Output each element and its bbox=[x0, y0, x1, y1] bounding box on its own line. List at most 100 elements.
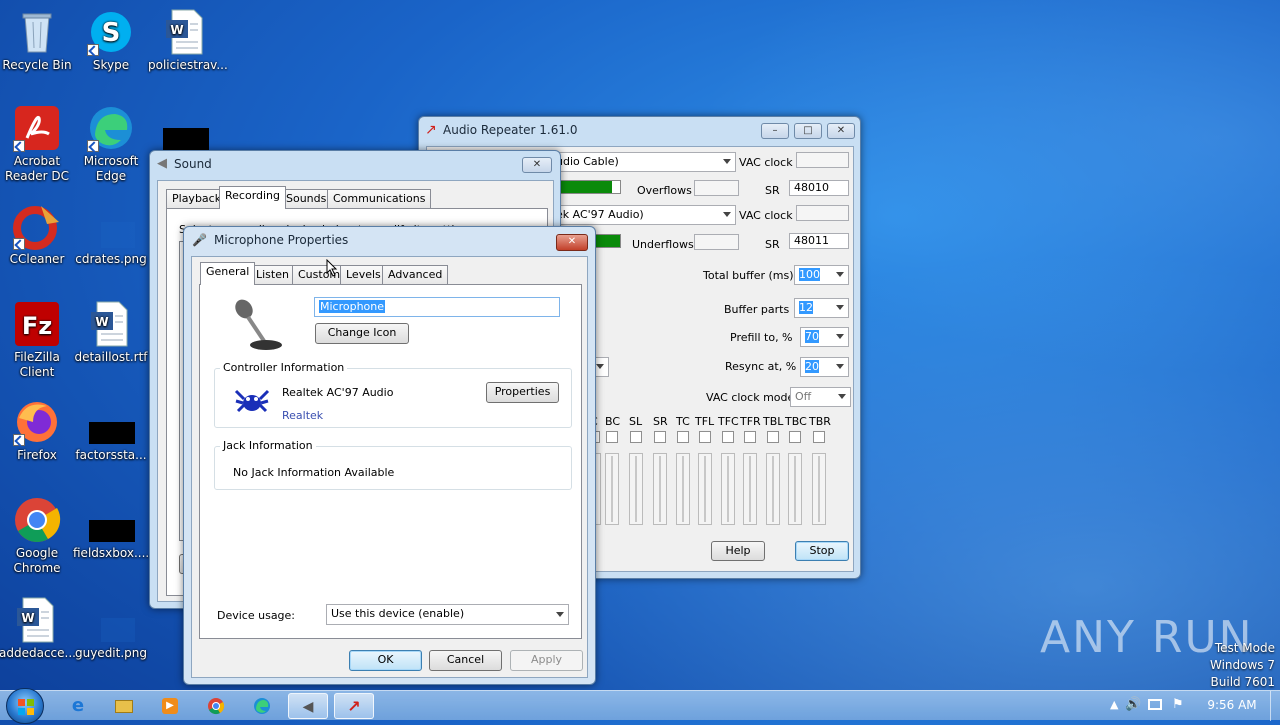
vac-clock-mode-select[interactable]: Off bbox=[790, 387, 851, 407]
channel-slider[interactable] bbox=[653, 453, 667, 525]
tab-playback[interactable]: Playback bbox=[166, 189, 228, 209]
channel-checkbox[interactable] bbox=[630, 431, 642, 443]
channel-label: TFC bbox=[718, 415, 739, 428]
tab-recording[interactable]: Recording bbox=[219, 186, 287, 209]
stop-button[interactable]: Stop bbox=[795, 541, 849, 561]
close-button[interactable]: ✕ bbox=[827, 123, 855, 139]
channel-checkbox[interactable] bbox=[813, 431, 825, 443]
input-device-select[interactable]: udio Cable) bbox=[551, 152, 736, 172]
desktop-icon-skype[interactable]: S Skype bbox=[73, 8, 149, 73]
channel-slider[interactable] bbox=[721, 453, 735, 525]
channel-checkbox[interactable] bbox=[677, 431, 689, 443]
output-device-select[interactable]: ek AC'97 Audio) bbox=[551, 205, 736, 225]
tab-levels[interactable]: Levels bbox=[340, 265, 387, 285]
start-button[interactable] bbox=[6, 688, 44, 724]
desktop-icon-detaillost[interactable]: W detaillost.rtf bbox=[73, 300, 149, 365]
taskbar-explorer[interactable] bbox=[104, 693, 144, 719]
desktop-icon-factorssta[interactable]: factorssta... bbox=[73, 398, 149, 463]
microphone-small-icon: 🎤 bbox=[192, 233, 207, 247]
desktop-icon-ccleaner[interactable]: CCleaner bbox=[0, 202, 75, 267]
channel-slider[interactable] bbox=[766, 453, 780, 525]
maximize-button[interactable]: □ bbox=[794, 123, 822, 139]
channel-checkbox[interactable] bbox=[606, 431, 618, 443]
desktop-icon-filezilla[interactable]: Fz FileZilla Client bbox=[0, 300, 75, 380]
properties-label: Properties bbox=[494, 385, 551, 398]
tab-general[interactable]: General bbox=[200, 262, 256, 285]
device-name-input[interactable]: Microphone bbox=[314, 297, 560, 317]
taskbar-ie[interactable]: e bbox=[58, 693, 98, 719]
change-icon-button[interactable]: Change Icon bbox=[315, 323, 409, 344]
media-player-icon: ▶ bbox=[162, 698, 178, 714]
help-button[interactable]: Help bbox=[711, 541, 765, 561]
close-button[interactable]: ✕ bbox=[556, 234, 588, 251]
stop-label: Stop bbox=[809, 544, 835, 557]
channel-slider[interactable] bbox=[743, 453, 757, 525]
svg-text:W: W bbox=[170, 23, 183, 37]
desktop-icon-cdrates[interactable]: cdrates.png bbox=[73, 202, 149, 267]
internet-explorer-icon: e bbox=[71, 695, 85, 716]
clock[interactable]: 9:56 AM bbox=[1196, 698, 1268, 712]
tab-communications[interactable]: Communications bbox=[327, 189, 432, 209]
desktop-icon-guyedit[interactable]: guyedit.png bbox=[73, 596, 149, 661]
microphone-properties-window[interactable]: 🎤 Microphone Properties ✕ General Listen… bbox=[183, 226, 596, 685]
tab-advanced[interactable]: Advanced bbox=[382, 265, 449, 285]
tray-chevron-icon[interactable]: ▲ bbox=[1110, 698, 1118, 711]
desktop-icon-label: cdrates.png bbox=[75, 252, 147, 266]
channel-checkbox[interactable] bbox=[699, 431, 711, 443]
desktop-icon-chrome[interactable]: Google Chrome bbox=[0, 496, 75, 576]
show-desktop-button[interactable] bbox=[1270, 691, 1280, 721]
desktop-icon-addedacce[interactable]: W addedacce... bbox=[0, 596, 76, 661]
taskbar-edge[interactable] bbox=[242, 693, 282, 719]
sound-titlebar[interactable]: ◀ Sound bbox=[150, 151, 560, 179]
apply-button[interactable]: Apply bbox=[510, 650, 583, 671]
buffer-parts-select[interactable]: 12 bbox=[794, 298, 849, 318]
redacted-desktop-icon[interactable] bbox=[163, 128, 209, 152]
channel-label: SL bbox=[629, 415, 643, 428]
taskbar-audio-repeater[interactable]: ↗ bbox=[334, 693, 374, 719]
ok-button[interactable]: OK bbox=[349, 650, 422, 671]
slider-track bbox=[727, 456, 729, 522]
channel-checkbox[interactable] bbox=[744, 431, 756, 443]
total-buffer-select[interactable]: 100 bbox=[794, 265, 849, 285]
device-usage-select[interactable]: Use this device (enable) bbox=[326, 604, 569, 625]
close-button[interactable]: ✕ bbox=[522, 157, 552, 173]
jack-info-text: No Jack Information Available bbox=[233, 466, 395, 479]
channel-slider[interactable] bbox=[629, 453, 643, 525]
minimize-button[interactable]: – bbox=[761, 123, 789, 139]
slider-track bbox=[749, 456, 751, 522]
channel-checkbox[interactable] bbox=[789, 431, 801, 443]
desktop-icon-label: Acrobat Reader DC bbox=[5, 154, 69, 183]
desktop-icon-acrobat[interactable]: Acrobat Reader DC bbox=[0, 104, 75, 184]
channel-checkbox[interactable] bbox=[654, 431, 666, 443]
tray-network-icon[interactable] bbox=[1148, 699, 1162, 710]
channel-slider[interactable] bbox=[788, 453, 802, 525]
input-device-value: udio Cable) bbox=[556, 155, 619, 168]
desktop-icon-edge[interactable]: Microsoft Edge bbox=[73, 104, 149, 184]
cancel-button[interactable]: Cancel bbox=[429, 650, 502, 671]
tab-listen[interactable]: Listen bbox=[250, 265, 295, 285]
tab-sounds[interactable]: Sounds bbox=[280, 189, 333, 209]
channel-slider[interactable] bbox=[676, 453, 690, 525]
mic-props-titlebar[interactable]: 🎤 Microphone Properties bbox=[184, 227, 595, 255]
redacted-file-icon bbox=[87, 398, 135, 446]
desktop-icon-firefox[interactable]: Firefox bbox=[0, 398, 75, 463]
resync-select[interactable]: 20 bbox=[800, 357, 849, 377]
channel-checkbox[interactable] bbox=[767, 431, 779, 443]
taskbar-sound[interactable]: ◀ bbox=[288, 693, 328, 719]
desktop-icon-fieldsxbox[interactable]: fieldsxbox.... bbox=[73, 496, 149, 561]
channel-slider[interactable] bbox=[605, 453, 619, 525]
desktop-icon-recycle-bin[interactable]: Recycle Bin bbox=[0, 8, 75, 73]
prefill-select[interactable]: 70 bbox=[800, 327, 849, 347]
controller-properties-button[interactable]: Properties bbox=[486, 382, 559, 403]
tray-flag-icon[interactable]: ⚑ bbox=[1172, 697, 1184, 712]
tab-custom[interactable]: Custom bbox=[292, 265, 347, 285]
channel-slider[interactable] bbox=[698, 453, 712, 525]
speaker-icon: ◀ bbox=[302, 699, 314, 715]
general-tab-panel: Microphone Change Icon Controller Inform… bbox=[199, 284, 582, 639]
taskbar-chrome[interactable] bbox=[196, 693, 236, 719]
channel-checkbox[interactable] bbox=[722, 431, 734, 443]
tray-volume-icon[interactable]: 🔊 bbox=[1125, 697, 1141, 712]
channel-slider[interactable] bbox=[812, 453, 826, 525]
desktop-icon-policiestrav[interactable]: W policiestrav... bbox=[148, 8, 228, 73]
taskbar-media-player[interactable]: ▶ bbox=[150, 693, 190, 719]
